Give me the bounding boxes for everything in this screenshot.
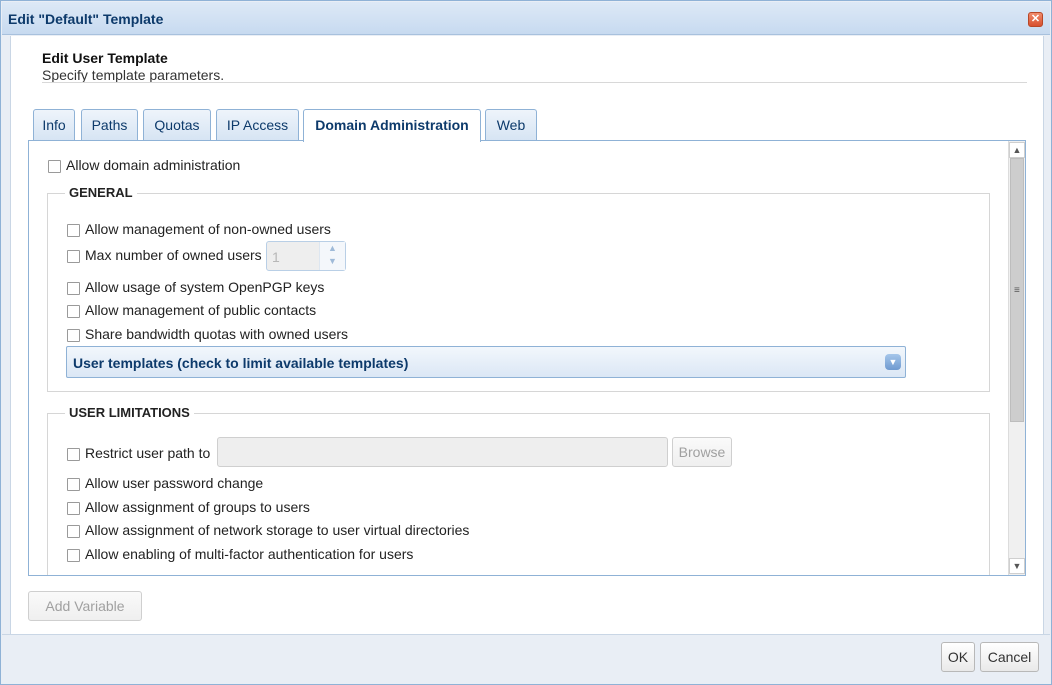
restrict-path-checkbox[interactable] xyxy=(67,448,80,461)
mfa-label: Allow enabling of multi-factor authentic… xyxy=(85,546,414,562)
share-bandwidth-label: Share bandwidth quotas with owned users xyxy=(85,326,349,342)
password-change-label: Allow user password change xyxy=(85,475,264,491)
restrict-path-input[interactable] xyxy=(217,437,668,467)
tab-quotas[interactable]: Quotas xyxy=(143,109,211,141)
network-storage-label: Allow assignment of network storage to u… xyxy=(85,522,470,538)
openpgp-keys-checkbox[interactable] xyxy=(67,282,80,295)
domain-admin-panel: Allow domain administration GENERAL Allo… xyxy=(28,140,1026,576)
panel-scrollbar[interactable]: ▲ ≡ ▼ xyxy=(1008,141,1025,575)
tab-paths[interactable]: Paths xyxy=(81,109,138,141)
tab-ip-access[interactable]: IP Access xyxy=(216,109,299,141)
password-change-checkbox[interactable] xyxy=(67,478,80,491)
restrict-path-label: Restrict user path to xyxy=(85,445,211,461)
public-contacts-label: Allow management of public contacts xyxy=(85,302,317,318)
non-owned-users-label: Allow management of non-owned users xyxy=(85,221,331,237)
assign-groups-checkbox[interactable] xyxy=(67,502,80,515)
edit-template-dialog: Edit "Default" Template ✕ Edit User Temp… xyxy=(0,0,1052,685)
dialog-content: Edit User Template Specify template para… xyxy=(10,36,1044,634)
assign-groups-label: Allow assignment of groups to users xyxy=(85,499,310,515)
tab-domain-administration[interactable]: Domain Administration xyxy=(303,109,481,142)
section-title: Edit User Template xyxy=(42,50,168,66)
max-owned-users-value: 1 xyxy=(272,249,280,265)
browse-button[interactable]: Browse xyxy=(672,437,732,467)
scroll-down-icon[interactable]: ▼ xyxy=(1009,558,1025,574)
allow-domain-admin-checkbox[interactable] xyxy=(48,160,61,173)
allow-domain-admin-label: Allow domain administration xyxy=(66,157,241,173)
scroll-thumb[interactable]: ≡ xyxy=(1010,158,1024,422)
general-legend: GENERAL xyxy=(65,185,137,200)
dialog-footer: OK Cancel xyxy=(2,634,1050,684)
user-limitations-legend: USER LIMITATIONS xyxy=(65,405,194,420)
cancel-button[interactable]: Cancel xyxy=(980,642,1039,672)
close-icon[interactable]: ✕ xyxy=(1028,12,1043,27)
network-storage-checkbox[interactable] xyxy=(67,525,80,538)
stepper-arrows-icon[interactable]: ▲ ▼ xyxy=(319,242,345,270)
scroll-up-icon[interactable]: ▲ xyxy=(1009,142,1025,158)
user-templates-dropdown[interactable]: User templates (check to limit available… xyxy=(66,346,906,378)
section-subtitle: Specify template parameters. xyxy=(42,67,225,83)
title-bar[interactable]: Edit "Default" Template ✕ xyxy=(2,2,1050,35)
chevron-down-icon[interactable]: ▼ xyxy=(885,354,901,370)
user-templates-label: User templates (check to limit available… xyxy=(73,355,409,371)
tab-web[interactable]: Web xyxy=(485,109,537,141)
header-divider xyxy=(42,82,1027,83)
public-contacts-checkbox[interactable] xyxy=(67,305,80,318)
tab-info[interactable]: Info xyxy=(33,109,75,141)
max-owned-users-checkbox[interactable] xyxy=(67,250,80,263)
add-variable-button[interactable]: Add Variable xyxy=(28,591,142,621)
ok-button[interactable]: OK xyxy=(941,642,975,672)
max-owned-users-stepper[interactable]: 1 ▲ ▼ xyxy=(266,241,346,271)
max-owned-users-label: Max number of owned users xyxy=(85,247,262,263)
openpgp-keys-label: Allow usage of system OpenPGP keys xyxy=(85,279,325,295)
mfa-checkbox[interactable] xyxy=(67,549,80,562)
share-bandwidth-checkbox[interactable] xyxy=(67,329,80,342)
dialog-title: Edit "Default" Template xyxy=(8,11,164,27)
non-owned-users-checkbox[interactable] xyxy=(67,224,80,237)
grip-icon: ≡ xyxy=(1014,285,1020,296)
